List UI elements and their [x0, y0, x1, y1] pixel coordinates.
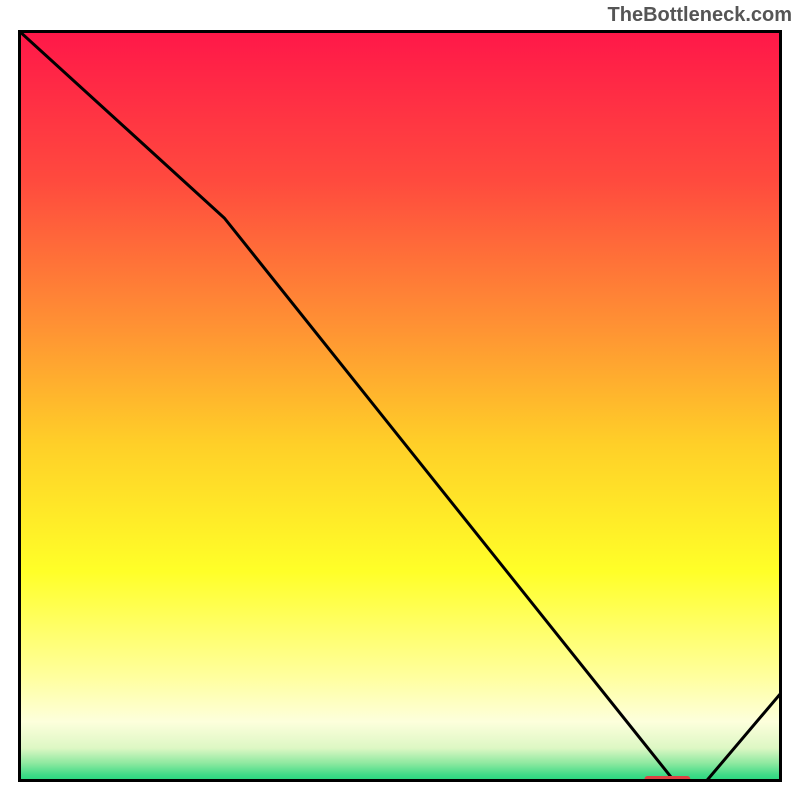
chart-container	[18, 30, 782, 782]
plot-background	[18, 30, 782, 782]
bottleneck-chart	[18, 30, 782, 782]
attribution-text: TheBottleneck.com	[608, 4, 792, 27]
